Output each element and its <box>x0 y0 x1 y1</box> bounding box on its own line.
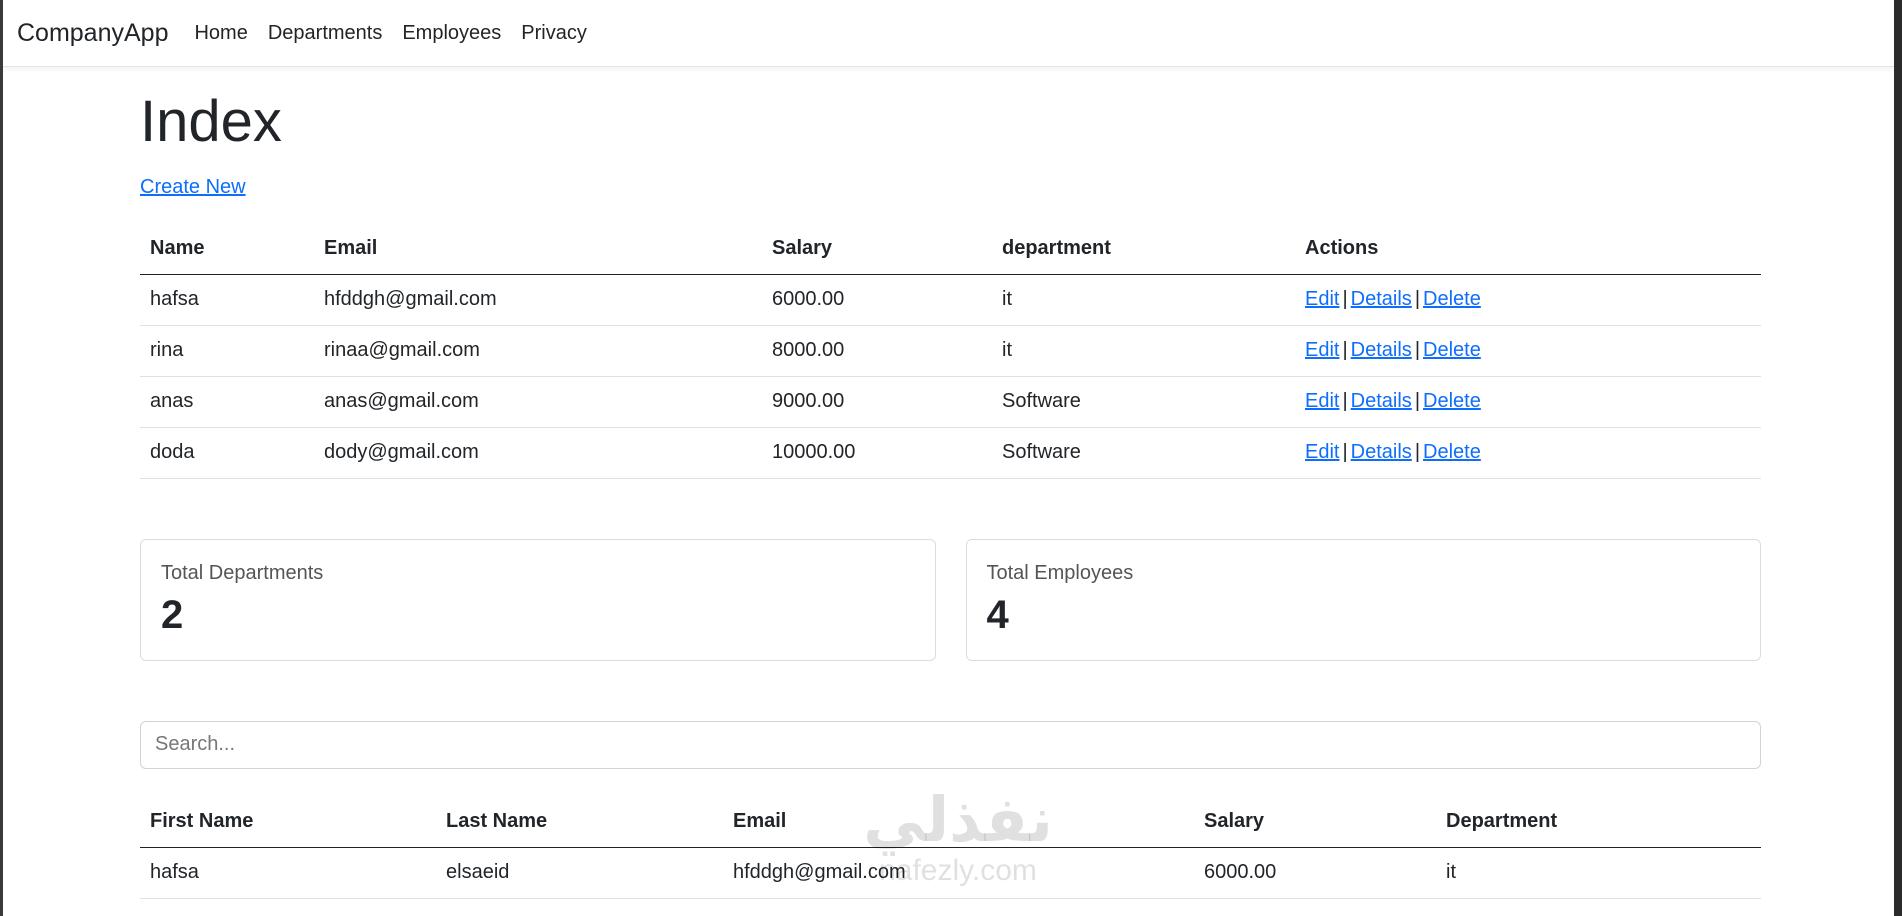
details-link[interactable]: Details <box>1351 390 1412 412</box>
header-salary: Salary <box>762 223 992 275</box>
header-salary: Salary <box>1194 796 1436 848</box>
cell-salary: 6000.00 <box>762 274 992 326</box>
cell-actions: Edit | Details | Delete <box>1295 427 1761 479</box>
cell-email: dody@gmail.com <box>314 427 762 479</box>
search-results-body: hafsa elsaeid hfddgh@gmail.com 6000.00 it <box>140 847 1761 899</box>
separator: | <box>1414 441 1421 464</box>
cell-name: doda <box>140 427 314 479</box>
details-link[interactable]: Details <box>1351 339 1412 361</box>
separator: | <box>1414 339 1421 362</box>
employees-table: Name Email Salary department Actions haf… <box>140 223 1761 479</box>
delete-link[interactable]: Delete <box>1423 441 1481 463</box>
table-row: doda dody@gmail.com 10000.00 Software Edit | D… <box>140 427 1761 479</box>
header-name: Name <box>140 223 314 275</box>
card-title: Total Departments <box>161 561 324 584</box>
header-last-name: Last Name <box>436 796 723 848</box>
cell-department: Software <box>992 376 1295 428</box>
details-link[interactable]: Details <box>1351 441 1412 463</box>
stats-cards: Total Departments 2 Total Employees 4 <box>140 538 1761 661</box>
cell-email: rinaa@gmail.com <box>314 325 762 377</box>
cell-department: it <box>992 325 1295 377</box>
nav-home-link[interactable]: Home <box>194 22 247 45</box>
header-department: Department <box>1436 796 1761 848</box>
edit-link[interactable]: Edit <box>1305 441 1339 463</box>
delete-link[interactable]: Delete <box>1423 288 1481 310</box>
search-results-table: First Name Last Name Email Salary Depart… <box>140 796 1761 899</box>
cell-actions: Edit | Details | Delete <box>1295 274 1761 326</box>
edit-link[interactable]: Edit <box>1305 339 1339 361</box>
table-header-row: First Name Last Name Email Salary Depart… <box>140 796 1761 848</box>
table-row: rina rinaa@gmail.com 8000.00 it Edit | Details… <box>140 325 1761 377</box>
nav-privacy-link[interactable]: Privacy <box>521 22 587 45</box>
table-header-row: Name Email Salary department Actions <box>140 223 1761 275</box>
separator: | <box>1342 390 1348 413</box>
table-row: anas anas@gmail.com 9000.00 Software Edit | De… <box>140 376 1761 428</box>
cell-actions: Edit | Details | Delete <box>1295 325 1761 377</box>
card-title: Total Employees <box>986 561 1134 584</box>
card-value: 2 <box>161 592 184 637</box>
cell-last-name: elsaeid <box>436 847 723 899</box>
cell-email: hfddgh@gmail.com <box>723 847 1194 899</box>
cell-salary: 10000.00 <box>762 427 992 479</box>
separator: | <box>1414 288 1421 311</box>
header-department: department <box>992 223 1295 275</box>
header-email: Email <box>723 796 1194 848</box>
card-value: 4 <box>986 592 1009 637</box>
table-row: hafsa hfddgh@gmail.com 6000.00 it Edit | Detai… <box>140 274 1761 326</box>
cell-name: anas <box>140 376 314 428</box>
delete-link[interactable]: Delete <box>1423 390 1481 412</box>
delete-link[interactable]: Delete <box>1423 339 1481 361</box>
browser-page: CompanyApp Home Departments Employees Pr… <box>3 0 1894 916</box>
cell-first-name: hafsa <box>140 847 436 899</box>
cell-actions: Edit | Details | Delete <box>1295 376 1761 428</box>
separator: | <box>1342 339 1348 362</box>
nav-departments-link[interactable]: Departments <box>268 22 383 45</box>
separator: | <box>1414 390 1421 413</box>
separator: | <box>1342 441 1348 464</box>
header-actions: Actions <box>1295 223 1761 275</box>
total-departments-card: Total Departments 2 <box>140 538 936 661</box>
total-employees-card: Total Employees 4 <box>965 538 1761 661</box>
edit-link[interactable]: Edit <box>1305 390 1339 412</box>
page-title: Index <box>140 89 282 154</box>
cell-email: anas@gmail.com <box>314 376 762 428</box>
nav-employees-link[interactable]: Employees <box>402 22 501 45</box>
navbar: CompanyApp Home Departments Employees Pr… <box>3 0 1894 67</box>
edit-link[interactable]: Edit <box>1305 288 1339 310</box>
cell-department: it <box>992 274 1295 326</box>
separator: | <box>1342 288 1348 311</box>
search-input[interactable] <box>140 720 1761 769</box>
cell-department: Software <box>992 427 1295 479</box>
window-edge <box>1894 0 1902 916</box>
cell-email: hfddgh@gmail.com <box>314 274 762 326</box>
header-email: Email <box>314 223 762 275</box>
main-container: Index Create New Name Email Salary depar… <box>140 66 1761 899</box>
cell-department: it <box>1436 847 1761 899</box>
cell-salary: 9000.00 <box>762 376 992 428</box>
create-new-link[interactable]: Create New <box>140 176 246 199</box>
header-first-name: First Name <box>140 796 436 848</box>
cell-salary: 6000.00 <box>1194 847 1436 899</box>
employees-table-body: hafsa hfddgh@gmail.com 6000.00 it Edit | Detai… <box>140 274 1761 479</box>
brand-link[interactable]: CompanyApp <box>17 19 168 48</box>
cell-name: hafsa <box>140 274 314 326</box>
cell-salary: 8000.00 <box>762 325 992 377</box>
cell-name: rina <box>140 325 314 377</box>
details-link[interactable]: Details <box>1351 288 1412 310</box>
table-row: hafsa elsaeid hfddgh@gmail.com 6000.00 it <box>140 847 1761 899</box>
